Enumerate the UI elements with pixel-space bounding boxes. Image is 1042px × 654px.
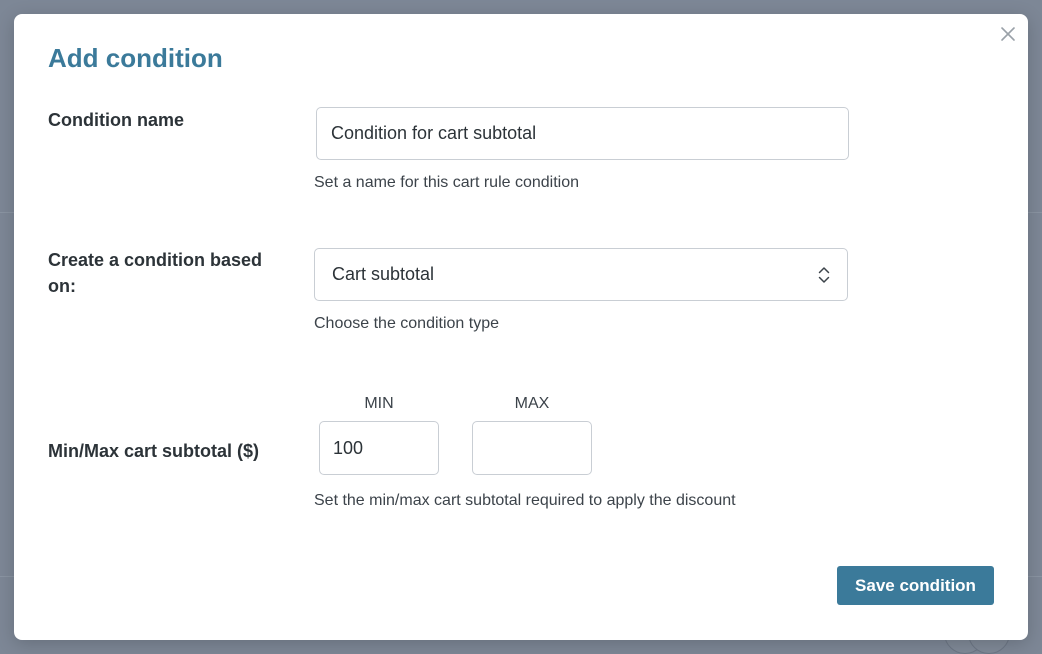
range-label: Min/Max cart subtotal ($) [48, 441, 260, 461]
dialog-title: Add condition [48, 43, 223, 73]
close-button[interactable] [998, 24, 1018, 44]
condition-type-help: Choose the condition type [314, 315, 500, 332]
max-column-label: MAX [514, 395, 550, 412]
condition-type-select[interactable]: Cart subtotal [314, 248, 848, 301]
min-column-label: MIN [364, 395, 394, 412]
save-condition-button[interactable]: Save condition [837, 566, 994, 605]
close-icon [1001, 27, 1015, 41]
min-subtotal-input[interactable] [319, 421, 439, 475]
condition-type-selected-value: Cart subtotal [332, 264, 435, 284]
range-help: Set the min/max cart subtotal required t… [314, 492, 736, 509]
condition-name-help: Set a name for this cart rule condition [314, 174, 580, 191]
max-subtotal-input[interactable] [472, 421, 592, 475]
condition-name-input[interactable] [316, 107, 849, 160]
condition-type-label: Create a condition based on: [48, 250, 263, 296]
condition-name-label: Condition name [48, 110, 184, 130]
select-chevrons-icon [818, 267, 830, 283]
add-condition-dialog: Add condition Condition name Set a name … [14, 14, 1028, 640]
